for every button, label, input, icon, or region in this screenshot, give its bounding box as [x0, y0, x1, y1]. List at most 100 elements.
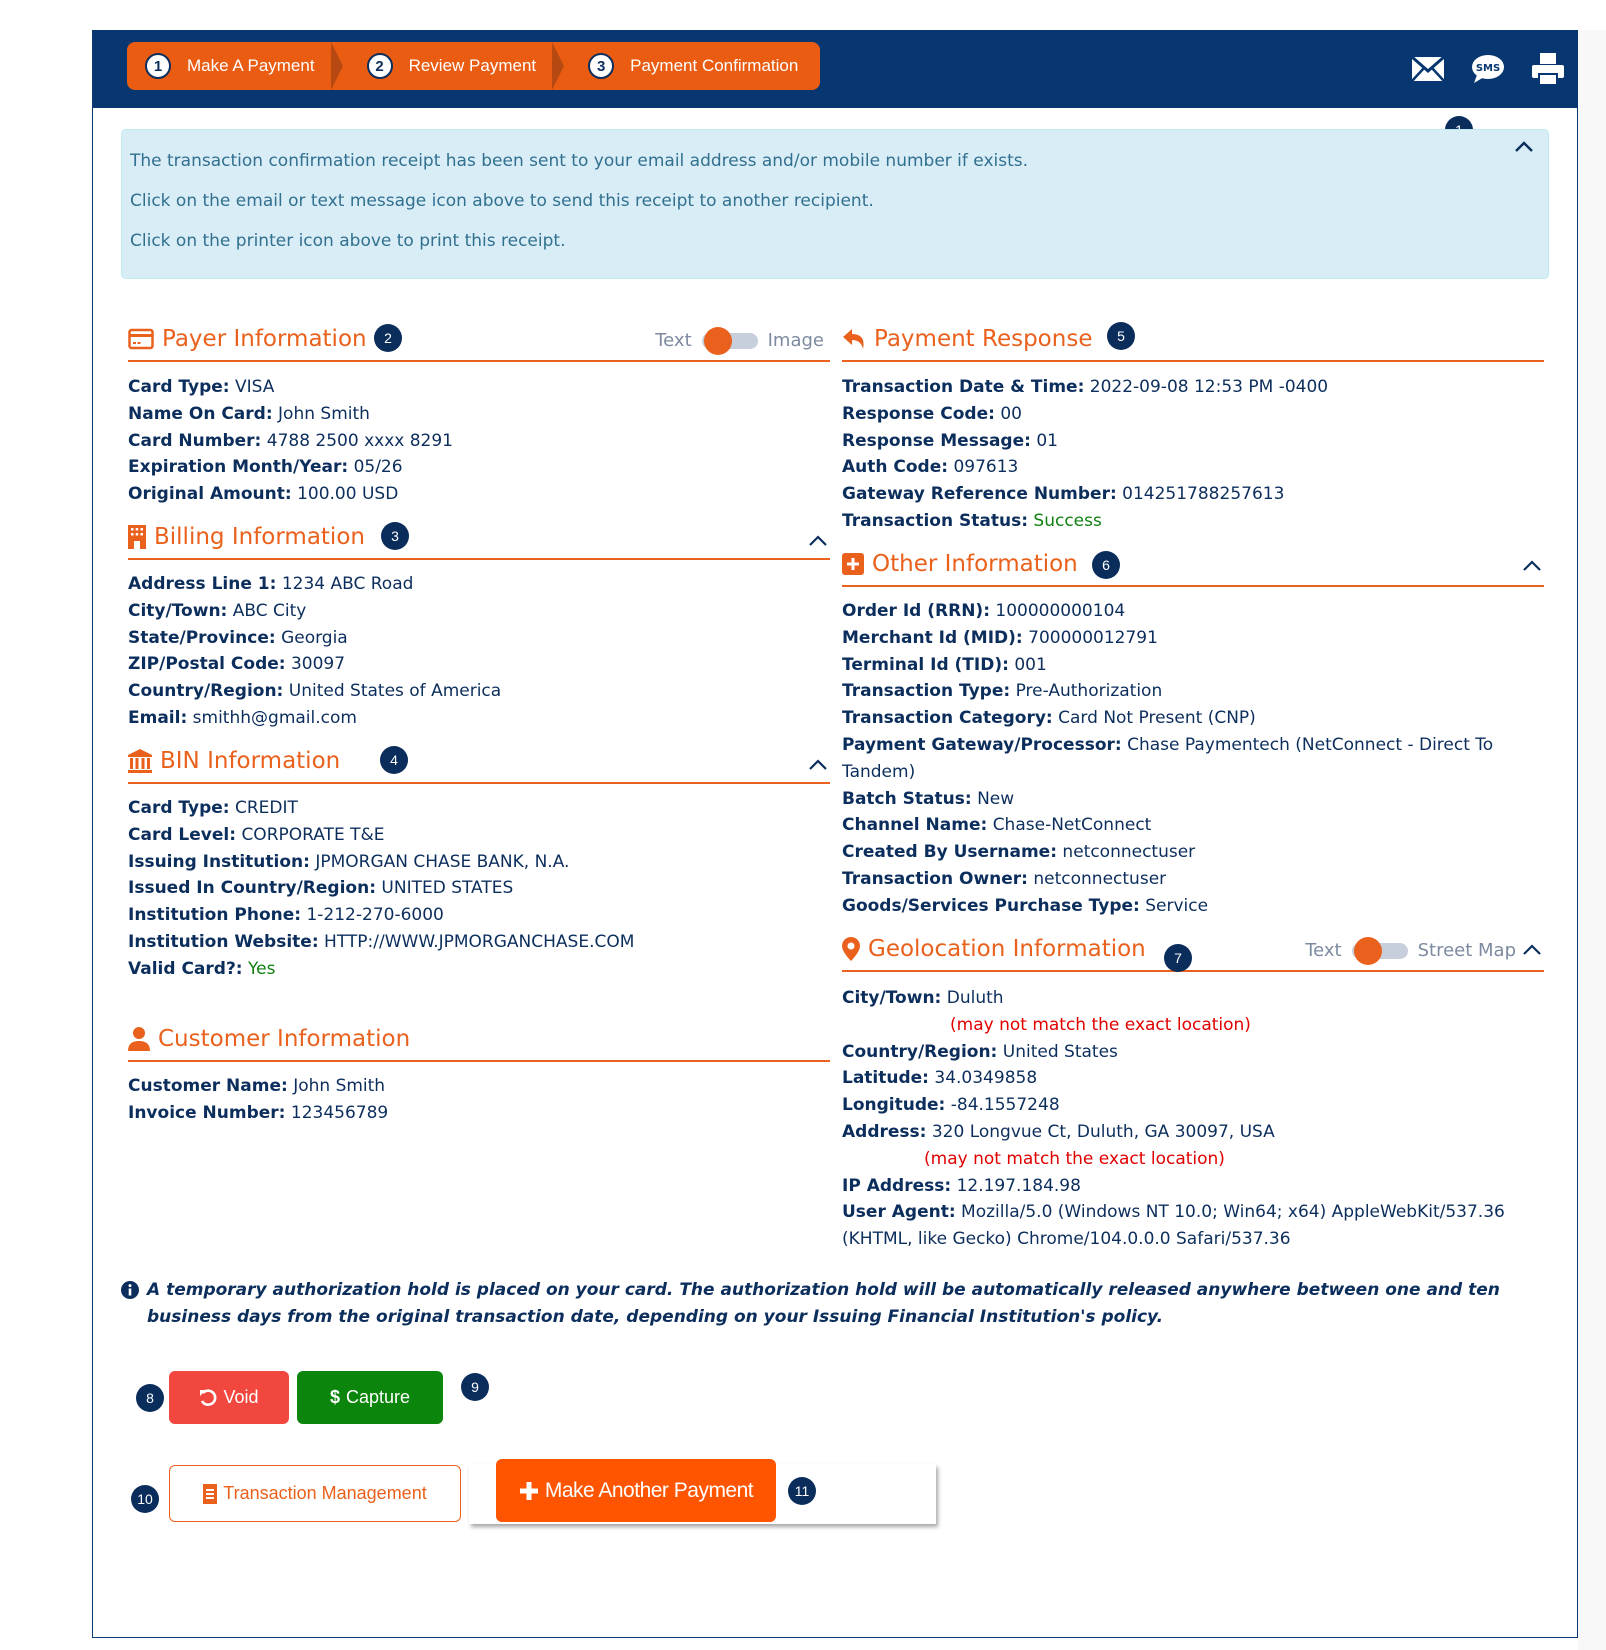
- chevron-up-icon[interactable]: [1522, 559, 1542, 573]
- section-title: Geolocation Information: [842, 936, 1146, 962]
- section-title: Payer Information: [128, 326, 367, 352]
- bin-row: Card Level: CORPORATE T&E: [128, 824, 385, 845]
- payment-response-rows: Transaction Date & Time: 2022-09-08 12:5…: [842, 374, 1544, 535]
- other-row: Batch Status: New: [842, 788, 1015, 809]
- payer-view-toggle: Text Image: [655, 326, 824, 355]
- payer-row: Card Number: 4788 2500 xxxx 8291: [128, 430, 453, 451]
- make-another-payment-label: Make Another Payment: [544, 1478, 754, 1502]
- payer-row: Card Type: VISA: [128, 377, 275, 397]
- top-bar: 1 Make A Payment 2 Review Payment 3 Paym…: [93, 30, 1578, 108]
- annotation-badge: 4: [380, 746, 408, 774]
- annotation-badge: 10: [131, 1485, 159, 1513]
- dollar-icon: $: [329, 1387, 340, 1407]
- header-actions: SMS: [1410, 52, 1566, 86]
- payer-information-header: Payer Information 2 Text Image: [128, 322, 830, 362]
- building-icon: [128, 525, 146, 549]
- other-row: Merchant Id (MID): 700000012791: [842, 627, 1158, 648]
- section-title: Payment Response: [842, 326, 1092, 352]
- step-review-payment[interactable]: 2 Review Payment: [337, 42, 564, 90]
- bin-information-title: BIN Information: [160, 748, 341, 774]
- other-row: Transaction Category: Card Not Present (…: [842, 708, 1256, 729]
- annotation-badge: 7: [1164, 944, 1192, 972]
- billing-row: Country/Region: United States of America: [128, 681, 502, 702]
- bin-row: Institution Phone: 1-212-270-6000: [128, 905, 444, 926]
- chevron-up-icon[interactable]: [1522, 943, 1542, 957]
- geo-row: IP Address: 12.197.184.98: [842, 1175, 1081, 1196]
- valid-card-value: Yes: [248, 958, 276, 979]
- credit-card-icon: [128, 328, 154, 350]
- customer-row: Customer Name: John Smith: [128, 1076, 386, 1096]
- section-title: Customer Information: [128, 1026, 410, 1052]
- bin-information-rows: Card Type: CREDIT Card Level: CORPORATE …: [128, 795, 830, 983]
- bank-icon: [128, 749, 152, 773]
- payment-response-header: Payment Response 5: [842, 322, 1544, 362]
- capture-label: Capture: [345, 1387, 411, 1407]
- authorization-hold-note: A temporary authorization hold is placed…: [121, 1277, 1541, 1331]
- response-row: Response Code: 00: [842, 403, 1022, 424]
- geo-row: User Agent: Mozilla/5.0 (Windows NT 10.0…: [842, 1202, 1505, 1250]
- undo-icon: [200, 1388, 217, 1406]
- other-row: Payment Gateway/Processor: Chase Payment…: [842, 734, 1494, 782]
- sms-receipt-button[interactable]: SMS: [1470, 52, 1506, 86]
- annotation-badge: 6: [1092, 551, 1120, 579]
- info-line: Click on the email or text message icon …: [130, 191, 874, 211]
- void-label: Void: [223, 1387, 259, 1407]
- text-image-toggle[interactable]: [701, 326, 758, 355]
- billing-row: City/Town: ABC City: [128, 600, 307, 621]
- email-receipt-button[interactable]: [1410, 52, 1446, 86]
- step-make-payment[interactable]: 1 Make A Payment: [127, 42, 343, 90]
- envelope-icon: [1411, 56, 1445, 82]
- step-payment-confirmation[interactable]: 3 Payment Confirmation: [558, 42, 820, 90]
- toggle-knob: [1353, 936, 1382, 965]
- chevron-up-icon[interactable]: [808, 758, 828, 772]
- response-row: Auth Code: 097613: [842, 457, 1019, 478]
- section-title: Billing Information: [128, 524, 365, 550]
- customer-information-title: Customer Information: [158, 1026, 411, 1052]
- print-receipt-button[interactable]: [1530, 52, 1566, 86]
- bin-row: Institution Website: HTTP://WWW.JPMORGAN…: [128, 931, 635, 952]
- location-warning: (may not match the exact location): [950, 1014, 1251, 1035]
- page-shadow: [1578, 30, 1606, 1650]
- annotation-badge: 2: [374, 324, 402, 352]
- info-line: The transaction confirmation receipt has…: [130, 151, 1029, 171]
- info-circle-icon: [121, 1281, 139, 1299]
- annotation-badge: 5: [1107, 322, 1135, 350]
- geolocation-information-header: Geolocation Information 7 Text Street Ma…: [842, 932, 1544, 972]
- void-button[interactable]: Void: [169, 1371, 289, 1424]
- chevron-up-icon[interactable]: [808, 534, 828, 548]
- bin-information-header: BIN Information 4: [128, 744, 830, 784]
- make-another-payment-button[interactable]: Make Another Payment: [496, 1459, 776, 1522]
- section-title: Other Information: [842, 551, 1078, 577]
- other-row: Created By Username: netconnectuser: [842, 842, 1196, 863]
- step-label: Review Payment: [408, 56, 537, 75]
- step-number: 3: [588, 53, 615, 79]
- transaction-management-button[interactable]: Transaction Management: [169, 1465, 461, 1522]
- printer-icon: [1532, 53, 1564, 86]
- response-row: Transaction Date & Time: 2022-09-08 12:5…: [842, 377, 1329, 397]
- other-information-title: Other Information: [872, 551, 1078, 577]
- customer-information-header: Customer Information: [128, 1022, 830, 1062]
- capture-button[interactable]: $ Capture: [297, 1371, 443, 1424]
- sms-icon: SMS: [1472, 55, 1504, 83]
- confirmation-info-alert: The transaction confirmation receipt has…: [121, 129, 1549, 279]
- section-title: BIN Information: [128, 748, 340, 774]
- billing-information-title: Billing Information: [154, 524, 365, 550]
- billing-row: ZIP/Postal Code: 30097: [128, 654, 346, 675]
- plus-icon: [519, 1481, 538, 1500]
- geo-row: Longitude: -84.1557248: [842, 1095, 1060, 1116]
- geo-row: City/Town: Duluth: [842, 988, 1004, 1008]
- billing-row: Email: smithh@gmail.com: [128, 707, 357, 728]
- other-row: Terminal Id (TID): 001: [842, 654, 1047, 675]
- customer-row: Invoice Number: 123456789: [128, 1102, 389, 1123]
- geolocation-information-rows: City/Town: Duluth (may not match the exa…: [842, 985, 1544, 1253]
- billing-row: State/Province: Georgia: [128, 627, 348, 648]
- other-information-rows: Order Id (RRN): 100000000104 Merchant Id…: [842, 598, 1544, 920]
- step-label: Payment Confirmation: [630, 56, 799, 75]
- plus-square-icon: [842, 553, 864, 575]
- location-warning: (may not match the exact location): [924, 1148, 1225, 1169]
- payment-steps: 1 Make A Payment 2 Review Payment 3 Paym…: [127, 42, 821, 90]
- other-row: Goods/Services Purchase Type: Service: [842, 895, 1209, 916]
- chevron-up-icon[interactable]: [1514, 140, 1534, 154]
- annotation-badge: 11: [788, 1477, 816, 1505]
- text-street-map-toggle[interactable]: [1351, 936, 1408, 965]
